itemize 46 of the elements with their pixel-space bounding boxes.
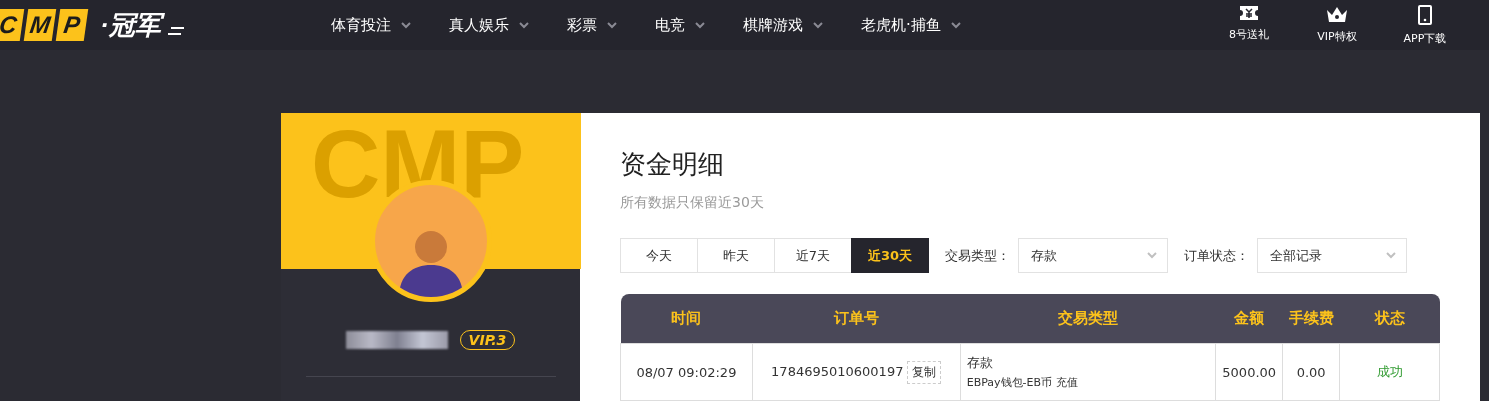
ticket-icon	[1239, 4, 1259, 21]
date-range-tab[interactable]: 近30天	[851, 238, 929, 273]
logo-dash-icon	[166, 27, 185, 35]
filter-select[interactable]: 全部记录	[1257, 238, 1407, 273]
action-label[interactable]: APP下载	[1403, 30, 1447, 46]
copy-button[interactable]: 复制	[907, 360, 942, 384]
phone-icon	[1418, 4, 1432, 25]
chevron-down-icon	[813, 21, 823, 29]
filter-label: 交易类型：	[945, 246, 1010, 265]
date-range-tab[interactable]: 今天	[620, 238, 698, 273]
chevron-down-icon	[401, 21, 411, 29]
column-header: 交易类型	[960, 294, 1216, 344]
action-label[interactable]: 8号送礼	[1229, 26, 1269, 42]
chevron-down-icon	[950, 21, 961, 29]
order-number: 1784695010600197	[771, 363, 904, 379]
chevron-down-icon	[1386, 252, 1396, 259]
chevron-down-icon	[607, 21, 617, 29]
nav-item[interactable]: 体育投注	[331, 15, 411, 35]
filter-select[interactable]: 存款	[1018, 238, 1168, 273]
column-header: 手续费	[1282, 294, 1340, 344]
logo-letter: M	[23, 9, 57, 41]
chevron-down-icon	[519, 21, 529, 29]
nav-item[interactable]: 棋牌游戏	[743, 15, 823, 35]
status-cell: 成功	[1339, 343, 1440, 401]
filter-label: 订单状态：	[1184, 246, 1249, 265]
nav-item[interactable]: 彩票	[567, 15, 617, 35]
table-cell: 08/07 09:02:29	[620, 343, 753, 401]
table-cell: 5000.00	[1215, 343, 1283, 401]
logo-letter: P	[55, 9, 89, 41]
date-range-tab[interactable]: 昨天	[697, 238, 775, 273]
chevron-down-icon	[695, 21, 705, 29]
nav-item[interactable]: 老虎机·捕鱼	[861, 15, 961, 35]
page-subtitle: 所有数据只保留近30天	[620, 194, 765, 212]
column-header: 订单号	[752, 294, 961, 344]
column-header: 金额	[1215, 294, 1283, 344]
chevron-down-icon	[1147, 252, 1157, 259]
transaction-detail: EBPay钱包-EB币 充值	[966, 375, 1079, 390]
table-cell: 0.00	[1282, 343, 1340, 401]
nav-item[interactable]: 真人娱乐	[449, 15, 529, 35]
column-header: 状态	[1339, 294, 1440, 344]
page-title: 资金明细	[620, 148, 725, 181]
transaction-type: 存款	[966, 354, 994, 372]
date-range-tab[interactable]: 近7天	[774, 238, 852, 273]
column-header: 时间	[620, 294, 753, 344]
nav-item[interactable]: 电竞	[655, 15, 705, 35]
action-label[interactable]: VIP特权	[1317, 28, 1357, 44]
